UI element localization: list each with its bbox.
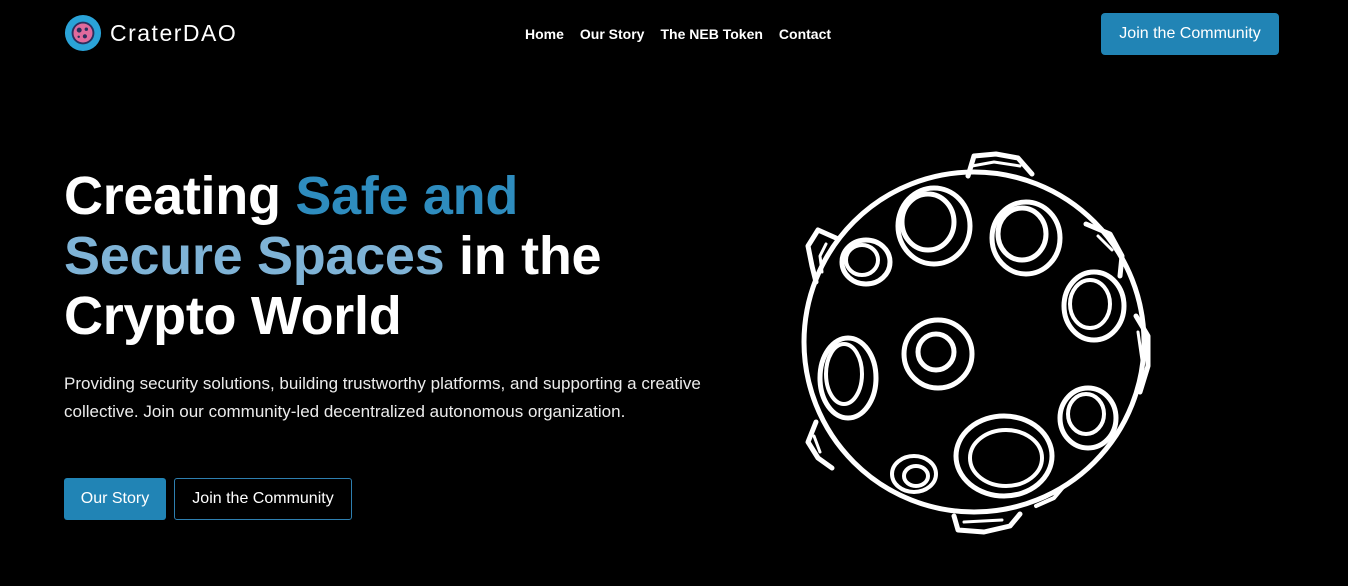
moon-crater-illustration: [801, 151, 1151, 535]
hero-title-accent1: Safe and: [295, 166, 519, 226]
hero-title-part1: Creating: [64, 166, 296, 226]
hero-title-accent2: Secure Spaces: [64, 226, 445, 286]
join-community-header-button[interactable]: Join the Community: [1101, 13, 1279, 55]
hero-title-part2: in the: [444, 226, 602, 286]
hero-title-part3: Crypto World: [64, 286, 402, 346]
hero-description: Providing security solutions, building t…: [64, 374, 701, 421]
brand-logo-link[interactable]: CraterDAO: [64, 14, 237, 52]
hero-title: Creating Safe and Secure Spaces in the Cry…: [64, 166, 684, 346]
nav-link-our-story[interactable]: Our Story: [580, 24, 645, 44]
crater-logo-icon: [64, 14, 102, 52]
brand-name: CraterDAO: [110, 19, 238, 46]
join-community-button[interactable]: Join the Community: [174, 478, 352, 520]
main-nav: Home Our Story The NEB Token Contact: [525, 24, 847, 44]
nav-link-neb-token[interactable]: The NEB Token: [660, 24, 762, 44]
nav-link-home[interactable]: Home: [525, 24, 564, 44]
our-story-button[interactable]: Our Story: [64, 478, 166, 520]
site-header: CraterDAO Home Our Story The NEB Token C…: [0, 0, 1348, 68]
nav-link-contact[interactable]: Contact: [779, 24, 831, 44]
